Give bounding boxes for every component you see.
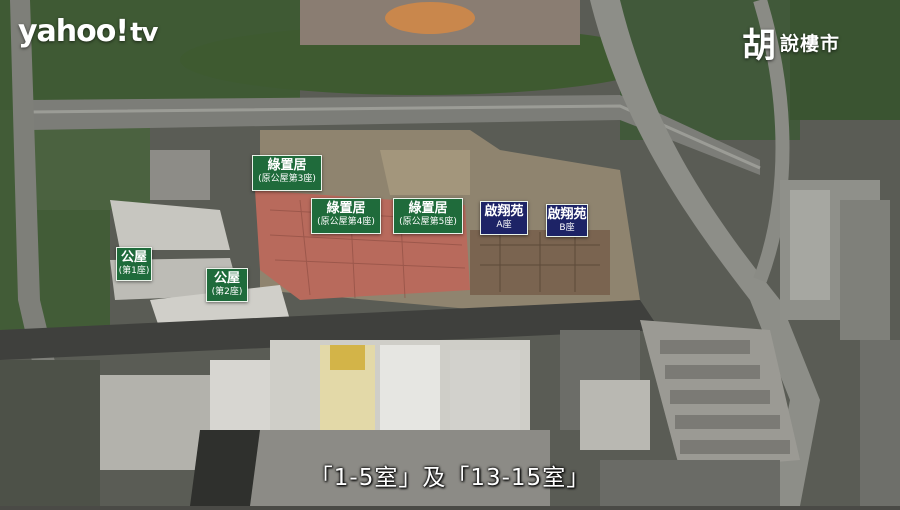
yahoo-tv-logo: yahoo! tv <box>18 14 158 49</box>
tag-subtitle: (原公屋第5座) <box>399 216 457 227</box>
video-subtitle: 「1-5室」及「13-15室」 <box>309 465 591 491</box>
tag-title: 公屋 <box>213 271 240 286</box>
tag-subtitle: (第2座) <box>211 286 243 297</box>
tag-public-housing-block-2: 公屋 (第2座) <box>206 268 248 302</box>
yahoo-wordmark: yahoo! <box>18 14 129 49</box>
brand-glyph: 胡 <box>742 26 776 66</box>
tag-subtitle: (第1座) <box>118 265 150 276</box>
tag-lvzhiju-block-5: 綠置居 (原公屋第5座) <box>393 198 463 234</box>
tv-wordmark: tv <box>130 18 158 48</box>
tag-title: 啟翔苑 <box>547 207 587 222</box>
tag-title: 綠置居 <box>326 201 366 216</box>
tag-oxiangyuan-block-b: 啟翔苑 B座 <box>546 204 588 237</box>
tag-title: 綠置居 <box>408 201 448 216</box>
tag-oxiangyuan-block-a: 啟翔苑 A座 <box>480 201 528 235</box>
tag-title: 公屋 <box>120 250 147 265</box>
brand-text: 說樓市 <box>780 33 841 55</box>
channel-logo: 胡 說樓市 <box>742 18 840 67</box>
tag-subtitle: A座 <box>496 219 512 230</box>
tag-subtitle: (原公屋第3座) <box>258 173 316 184</box>
tag-public-housing-block-1: 公屋 (第1座) <box>116 247 152 281</box>
tag-lvzhiju-block-3: 綠置居 (原公屋第3座) <box>252 155 322 191</box>
tag-subtitle: B座 <box>559 222 575 233</box>
tag-title: 綠置居 <box>267 158 307 173</box>
tag-subtitle: (原公屋第4座) <box>317 216 375 227</box>
tag-lvzhiju-block-4: 綠置居 (原公屋第4座) <box>311 198 381 234</box>
tag-title: 啟翔苑 <box>484 204 524 219</box>
